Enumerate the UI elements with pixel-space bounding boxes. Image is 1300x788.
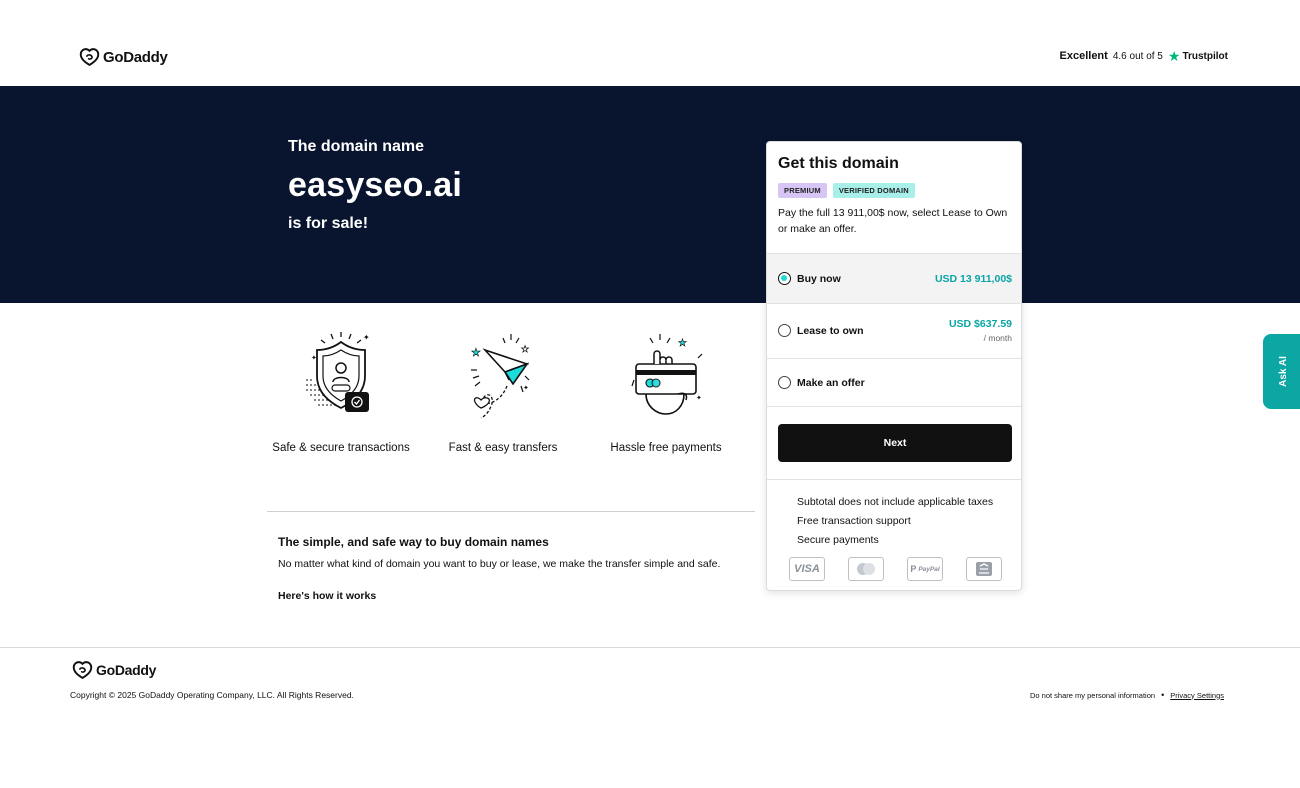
godaddy-logo-icon	[72, 661, 93, 679]
verified-domain-badge: VERIFIED DOMAIN	[832, 183, 915, 198]
mastercard-circles	[857, 563, 875, 575]
hero-banner: The domain name easyseo.ai is for sale!	[0, 86, 1300, 303]
do-not-share-link[interactable]: Do not share my personal information	[1030, 691, 1155, 700]
visa-text: VISA	[794, 563, 820, 575]
logo-wordmark: GoDaddy	[103, 48, 168, 66]
option-label: Make an offer	[797, 377, 865, 389]
mastercard-icon	[848, 557, 884, 581]
paypal-p-icon: P	[910, 564, 917, 574]
feature-fast-transfers: ★ ★ ✦ Fast & easy transfers	[423, 330, 583, 456]
godaddy-logo[interactable]: GoDaddy	[79, 47, 168, 67]
hero-domain-name: easyseo.ai	[288, 166, 463, 204]
get-domain-card: Get this domain PREMIUM VERIFIED DOMAIN …	[766, 141, 1022, 591]
feature-label: Fast & easy transfers	[448, 442, 558, 454]
option-period: / month	[983, 333, 1012, 343]
card-description: Pay the full 13 911,00$ now, select Leas…	[778, 207, 1008, 235]
feature-safe-secure: ✦ ✦ Safe & secure transactions	[261, 330, 421, 456]
note-support: Free transaction support	[797, 515, 911, 527]
note-secure: Secure payments	[797, 534, 879, 546]
svg-text:★: ★	[471, 347, 481, 359]
card-notes: Subtotal does not include applicable tax…	[797, 493, 993, 550]
card-hand-icon: ★ ✦	[631, 334, 703, 415]
bank-icon	[966, 557, 1002, 581]
rating-score: 4.6 out of 5	[1112, 50, 1163, 62]
option-label: Buy now	[797, 273, 841, 285]
trustpilot-rating[interactable]: Excellent 4.6 out of 5 ★ Trustpilot	[1060, 49, 1228, 63]
copyright-text: Copyright © 2025 GoDaddy Operating Compa…	[70, 690, 354, 700]
footer-links: Do not share my personal information • P…	[1030, 690, 1224, 700]
hero-post-text: is for sale!	[288, 215, 369, 232]
option-price: USD 13 911,00$	[934, 273, 1012, 285]
buy-now-radio[interactable]	[778, 272, 791, 285]
svg-text:✦: ✦	[696, 394, 702, 402]
badge-group: PREMIUM VERIFIED DOMAIN	[778, 183, 915, 198]
option-lease-to-own[interactable]: Lease to own USD $637.59 / month	[767, 303, 1021, 358]
payment-methods: VISA P PayPal	[789, 557, 1002, 581]
trustpilot-label: Trustpilot	[1182, 50, 1228, 62]
option-label: Lease to own	[797, 325, 864, 337]
feature-payments: ★ ✦ Hassle free payments	[586, 330, 746, 456]
feature-label: Safe & secure transactions	[272, 442, 410, 454]
footer-godaddy-logo[interactable]: GoDaddy	[72, 660, 156, 680]
how-it-works-link[interactable]: Here's how it works	[278, 590, 376, 602]
option-make-offer[interactable]: Make an offer	[767, 358, 1021, 407]
next-button[interactable]: Next	[778, 424, 1012, 462]
lease-to-own-radio[interactable]	[778, 324, 791, 337]
footer-divider	[0, 647, 1300, 648]
svg-text:★: ★	[521, 344, 529, 354]
card-divider	[767, 479, 1021, 480]
ask-ai-label: Ask AI	[1277, 356, 1289, 387]
note-taxes: Subtotal does not include applicable tax…	[797, 496, 994, 508]
info-description: No matter what kind of domain you want t…	[278, 558, 721, 570]
logo-wordmark: GoDaddy	[96, 662, 157, 678]
paper-plane-icon: ★ ★ ✦	[471, 334, 530, 419]
paypal-text: PayPal	[918, 565, 940, 573]
svg-text:✦: ✦	[523, 384, 529, 392]
section-divider	[267, 511, 755, 512]
option-buy-now[interactable]: Buy now USD 13 911,00$	[767, 253, 1021, 303]
svg-text:✦: ✦	[311, 354, 317, 362]
privacy-settings-link[interactable]: Privacy Settings	[1170, 691, 1224, 700]
trustpilot-brand: ★ Trustpilot	[1168, 49, 1228, 63]
option-price: USD $637.59	[948, 318, 1012, 330]
visa-icon: VISA	[789, 557, 825, 581]
rating-word: Excellent	[1059, 50, 1108, 62]
svg-text:✦: ✦	[363, 333, 370, 342]
premium-badge: PREMIUM	[778, 183, 827, 198]
make-offer-radio[interactable]	[778, 376, 791, 389]
paypal-icon: P PayPal	[907, 557, 943, 581]
shield-icon: ✦ ✦	[306, 332, 370, 412]
ask-ai-tab[interactable]: Ask AI	[1263, 334, 1300, 409]
link-separator: •	[1161, 690, 1165, 700]
trustpilot-star-icon: ★	[1167, 48, 1181, 64]
svg-text:★: ★	[678, 338, 687, 349]
card-title: Get this domain	[778, 155, 899, 172]
feature-label: Hassle free payments	[610, 442, 722, 454]
hero-pre-text: The domain name	[288, 138, 425, 155]
top-header: GoDaddy Excellent 4.6 out of 5 ★ Trustpi…	[0, 0, 1300, 86]
info-title: The simple, and safe way to buy domain n…	[278, 535, 549, 549]
bank-transfer-glyph	[976, 562, 992, 576]
godaddy-logo-icon	[79, 48, 100, 66]
